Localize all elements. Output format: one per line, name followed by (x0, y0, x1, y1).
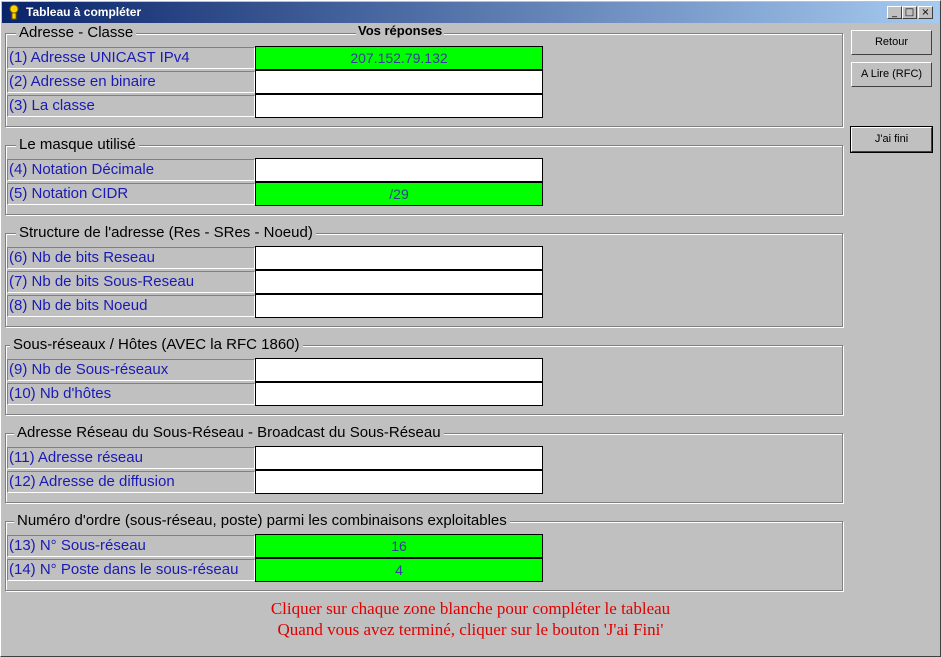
group-title: Structure de l'adresse (Res - SRes - Noe… (16, 225, 316, 241)
row-label: (4) Notation Décimale (7, 159, 255, 181)
answer-field[interactable] (255, 158, 543, 182)
answer-field[interactable] (255, 270, 543, 294)
answer-field[interactable] (255, 246, 543, 270)
answer-field[interactable]: 207.152.79.132 (255, 46, 543, 70)
row-label: (12) Adresse de diffusion (7, 471, 255, 493)
answer-field[interactable] (255, 382, 543, 406)
row-label: (11) Adresse réseau (7, 447, 255, 469)
retour-button[interactable]: Retour (851, 30, 932, 55)
jai-fini-button[interactable]: J'ai fini (850, 126, 933, 153)
row-label: (10) Nb d'hôtes (7, 383, 255, 405)
maximize-button[interactable]: □ (902, 6, 917, 19)
app-icon (6, 4, 22, 20)
answer-field[interactable] (255, 446, 543, 470)
row-label: (1) Adresse UNICAST IPv4 (7, 47, 255, 69)
minimize-button[interactable]: _ (887, 6, 902, 19)
answer-field[interactable] (255, 294, 543, 318)
answer-field[interactable] (255, 358, 543, 382)
instruction-line-2: Quand vous avez terminé, cliquer sur le … (277, 620, 664, 639)
group-title: Adresse Réseau du Sous-Réseau - Broadcas… (14, 425, 444, 441)
row-label: (2) Adresse en binaire (7, 71, 255, 93)
answer-field[interactable] (255, 70, 543, 94)
row-label: (3) La classe (7, 95, 255, 117)
window-title: Tableau à compléter (26, 5, 142, 19)
row-label: (6) Nb de bits Reseau (7, 247, 255, 269)
answer-field[interactable]: 16 (255, 534, 543, 558)
answer-field[interactable]: 4 (255, 558, 543, 582)
close-button[interactable]: × (918, 6, 933, 19)
title-bar[interactable]: Tableau à compléter _ □ × (2, 2, 939, 23)
group-title: Adresse - Classe (16, 25, 137, 41)
group-title: Le masque utilisé (16, 137, 139, 153)
instruction-line-1: Cliquer sur chaque zone blanche pour com… (270, 599, 671, 618)
row-label: (8) Nb de bits Noeud (7, 295, 255, 317)
row-label: (13) N° Sous-réseau (7, 535, 255, 557)
group-title: Sous-réseaux / Hôtes (AVEC la RFC 1860) (10, 337, 303, 353)
answer-field[interactable] (255, 94, 543, 118)
answer-field[interactable]: /29 (255, 182, 543, 206)
column-header: Vos réponses (356, 23, 445, 38)
answer-field[interactable] (255, 470, 543, 494)
row-label: (7) Nb de bits Sous-Reseau (7, 271, 255, 293)
row-label: (14) N° Poste dans le sous-réseau (7, 559, 255, 581)
lire-rfc-button[interactable]: A Lire (RFC) (851, 62, 932, 87)
group-title: Numéro d'ordre (sous-réseau, poste) parm… (14, 513, 510, 529)
row-label: (5) Notation CIDR (7, 183, 255, 205)
row-label: (9) Nb de Sous-réseaux (7, 359, 255, 381)
